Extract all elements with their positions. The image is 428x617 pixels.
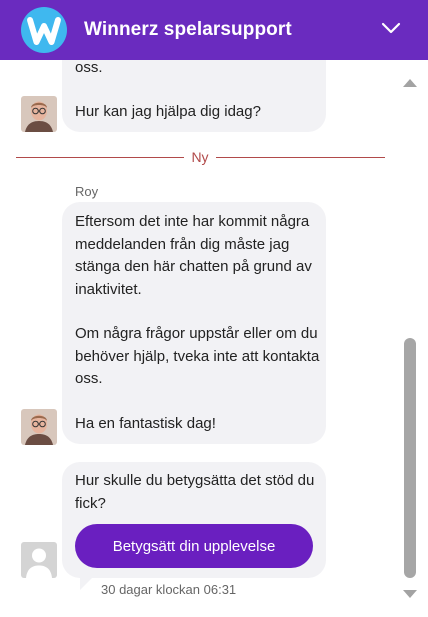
divider-line-right (216, 157, 385, 158)
message-timestamp: 30 dagar klockan 06:31 (101, 582, 237, 597)
chat-header: Winnerz spelarsupport (0, 0, 428, 60)
scrollbar[interactable] (400, 60, 428, 617)
sender-name: Roy (75, 184, 99, 199)
new-messages-divider: Ny (191, 149, 209, 165)
message-text: Eftersom det inte har kommit några medde… (75, 213, 312, 298)
chat-transcript[interactable]: oss. Hur kan jag hjälpa dig idag? Ny Roy… (0, 60, 400, 617)
agent-avatar (21, 409, 57, 445)
scroll-up-arrow-icon[interactable] (402, 75, 418, 87)
message-text: Hur skulle du betygsätta det stöd du fic… (75, 472, 315, 512)
bubble-tail (80, 578, 92, 590)
message-text: Om några frågor uppstår eller om du behö… (75, 325, 320, 387)
agent-message: oss. Hur kan jag hjälpa dig idag? (62, 60, 326, 132)
winnerz-logo (21, 7, 67, 53)
scrollbar-thumb[interactable] (404, 338, 416, 578)
message-text: Ha en fantastisk dag! (75, 415, 216, 432)
agent-avatar (21, 96, 57, 132)
divider-line-left (16, 157, 184, 158)
rate-experience-button[interactable]: Betygsätt din upplevelse (75, 524, 313, 568)
header-title: Winnerz spelarsupport (84, 19, 292, 40)
scroll-down-arrow-icon[interactable] (402, 586, 418, 598)
chevron-down-icon[interactable] (380, 20, 402, 36)
agent-message: Eftersom det inte har kommit några medde… (62, 202, 326, 444)
default-avatar (21, 542, 57, 578)
message-text: Hur kan jag hjälpa dig idag? (75, 103, 261, 120)
message-text: oss. (75, 60, 103, 76)
